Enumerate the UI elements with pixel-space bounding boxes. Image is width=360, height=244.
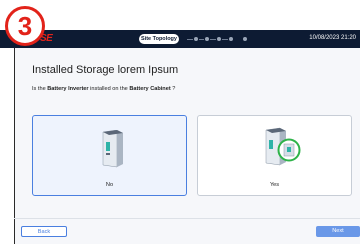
next-button[interactable]: Next (316, 226, 360, 237)
battery-cabinet-with-inverter-icon (265, 127, 301, 166)
step-progress (183, 36, 263, 42)
current-step-pill: Site Topology (139, 34, 179, 44)
footer-divider (14, 218, 360, 219)
step-dot (217, 37, 221, 41)
step-connector (210, 39, 216, 40)
step-dot (205, 37, 209, 41)
step-connector (199, 39, 204, 40)
step-number-badge: 3 (5, 6, 45, 46)
top-bar (0, 30, 360, 48)
option-card-yes[interactable]: Yes (197, 115, 352, 196)
step-dot (243, 37, 247, 41)
question-text: Is the Battery Inverter installed on the… (32, 86, 176, 92)
battery-inverter-term: Battery Inverter (47, 86, 89, 92)
option-card-no[interactable]: No (32, 115, 187, 196)
step-connector (187, 39, 193, 40)
battery-cabinet-term: Battery Cabinet (129, 86, 171, 92)
option-label-no: No (105, 182, 114, 188)
step-connector (222, 39, 228, 40)
page-title: Installed Storage lorem Ipsum (32, 64, 179, 76)
battery-cabinet-icon (102, 130, 123, 168)
back-button[interactable]: Back (21, 226, 67, 237)
step-dot (194, 37, 198, 41)
option-label-yes: Yes (269, 182, 280, 188)
step-dot (229, 37, 233, 41)
app-window: SE Site Topology 10/08/2023 21:20 3 Inst… (0, 0, 360, 244)
datetime-display: 10/08/2023 21:20 (309, 35, 356, 41)
